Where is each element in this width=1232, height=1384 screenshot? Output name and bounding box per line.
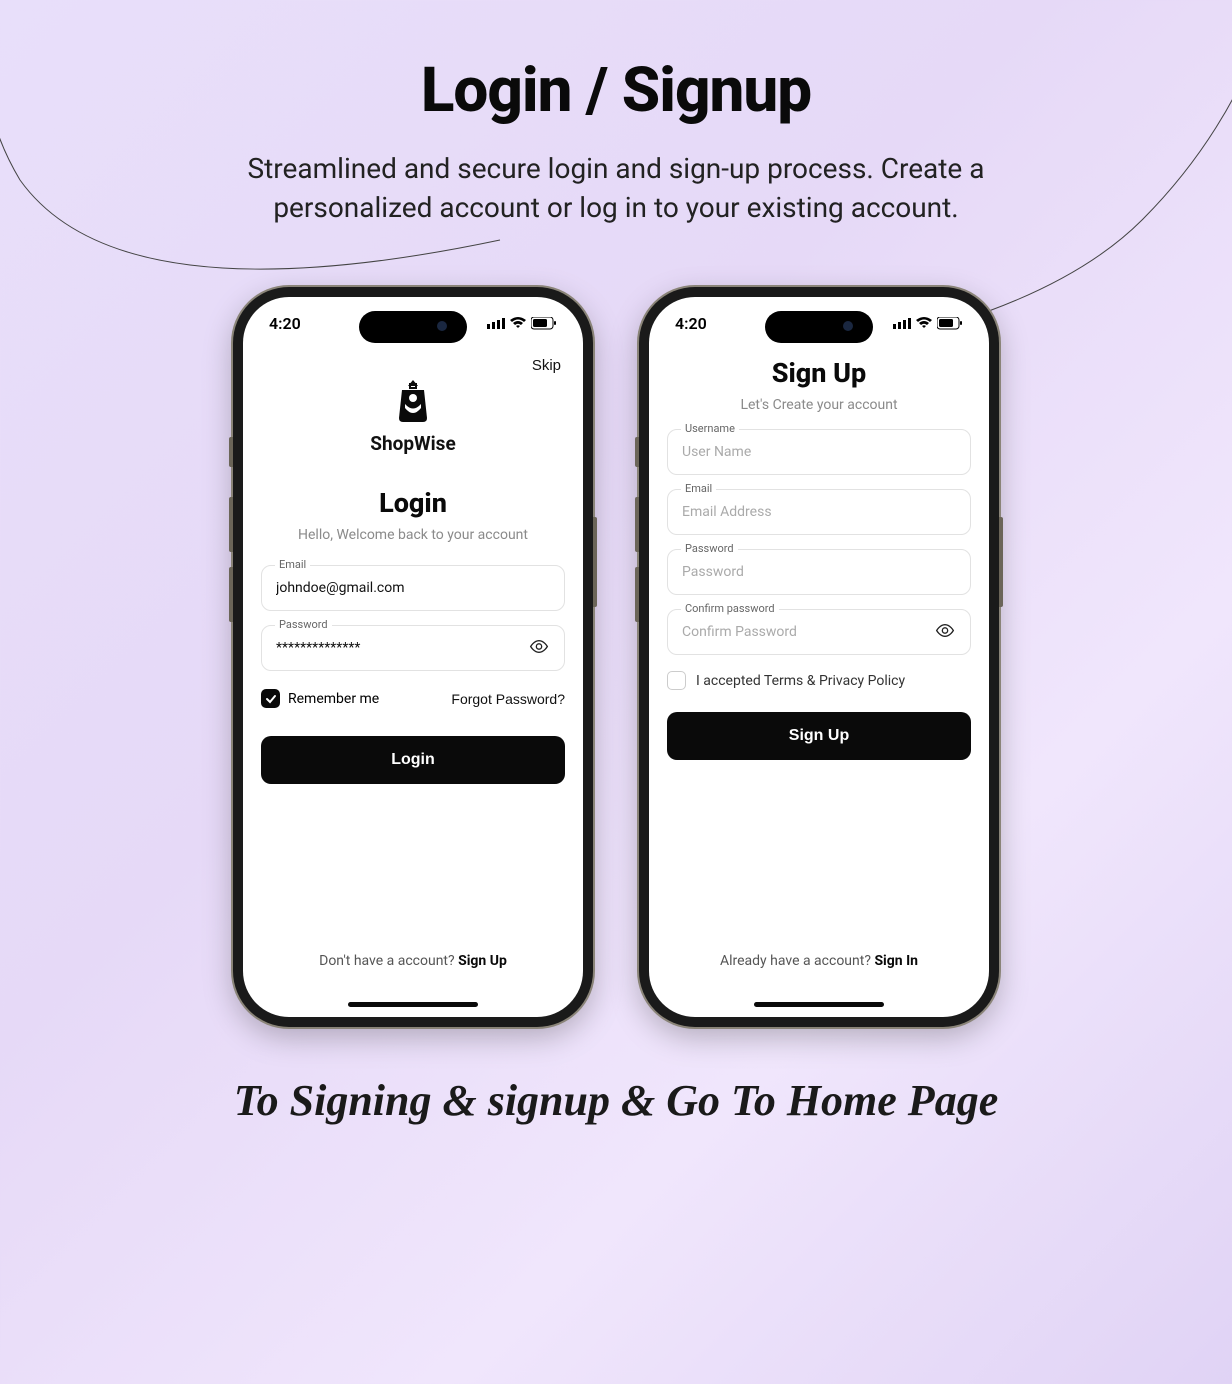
confirm-password-label: Confirm password [681, 602, 779, 615]
email-label: Email [275, 558, 310, 571]
phone-frame-login: 4:20 Skip [233, 287, 593, 1027]
brand-logo-icon [390, 378, 436, 428]
email-field[interactable] [667, 489, 971, 535]
signal-icon [893, 317, 911, 329]
footer-prefix: Don't have a account? [319, 953, 458, 969]
login-footer: Don't have a account? Sign Up [243, 953, 583, 969]
password-label: Password [275, 618, 332, 631]
remember-me-checkbox[interactable] [261, 689, 280, 708]
login-subtitle: Hello, Welcome back to your account [261, 527, 565, 543]
signup-footer: Already have a account? Sign In [649, 953, 989, 969]
signup-button[interactable]: Sign Up [667, 712, 971, 760]
battery-icon [531, 317, 557, 330]
login-button[interactable]: Login [261, 736, 565, 784]
home-indicator[interactable] [754, 1002, 884, 1007]
password-visibility-toggle[interactable] [525, 633, 553, 664]
login-title: Login [261, 487, 565, 519]
signal-icon [487, 317, 505, 329]
signup-title: Sign Up [667, 357, 971, 389]
battery-icon [937, 317, 963, 330]
check-icon [265, 693, 277, 705]
status-time: 4:20 [269, 314, 301, 333]
eye-icon [935, 621, 955, 641]
page-title: Login / Signup [0, 54, 1232, 127]
forgot-password-link[interactable]: Forgot Password? [451, 691, 565, 707]
skip-button[interactable]: Skip [532, 357, 561, 374]
brand-name: ShopWise [261, 432, 565, 455]
confirm-password-field[interactable] [667, 609, 971, 655]
password-field[interactable] [261, 625, 565, 671]
signup-subtitle: Let's Create your account [667, 397, 971, 413]
status-time: 4:20 [675, 314, 707, 333]
username-label: Username [681, 422, 739, 435]
signin-link[interactable]: Sign In [874, 953, 918, 969]
dynamic-island [359, 311, 467, 343]
footer-prefix: Already have a account? [720, 953, 874, 969]
email-label: Email [681, 482, 716, 495]
terms-checkbox[interactable] [667, 671, 686, 690]
password-label: Password [681, 542, 738, 555]
password-field[interactable] [667, 549, 971, 595]
wifi-icon [916, 317, 932, 329]
page-subtitle: Streamlined and secure login and sign-up… [206, 149, 1026, 227]
bottom-caption: To Signing & signup & Go To Home Page [0, 1075, 1232, 1126]
phone-frame-signup: 4:20 Sign Up Let's Create your account U… [639, 287, 999, 1027]
dynamic-island [765, 311, 873, 343]
email-field[interactable] [261, 565, 565, 611]
eye-icon [529, 637, 549, 657]
wifi-icon [510, 317, 526, 329]
signup-link[interactable]: Sign Up [458, 953, 507, 969]
password-visibility-toggle[interactable] [931, 617, 959, 648]
remember-me-label: Remember me [288, 691, 379, 707]
home-indicator[interactable] [348, 1002, 478, 1007]
terms-label: I accepted Terms & Privacy Policy [696, 673, 905, 689]
username-field[interactable] [667, 429, 971, 475]
